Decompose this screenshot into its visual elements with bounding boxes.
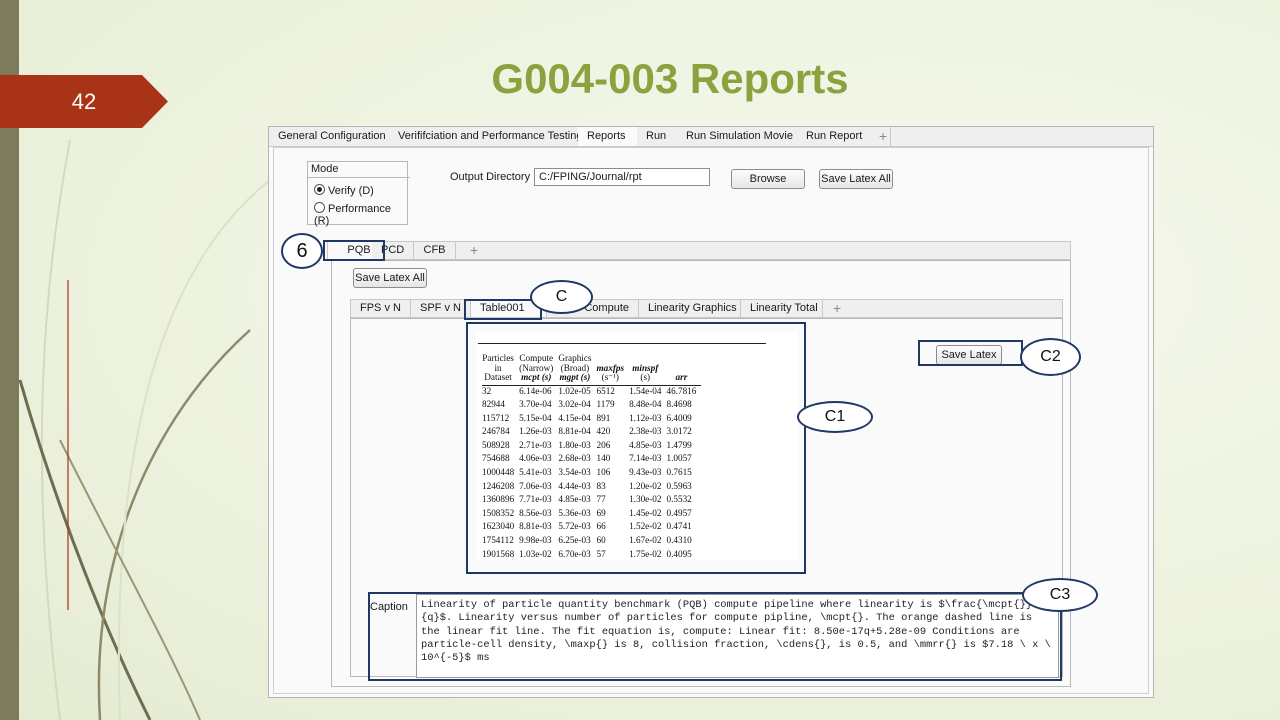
radio-performance-label: Performance (R) [314,203,391,227]
radio-performance[interactable]: Performance (R) [314,202,407,227]
radio-verify[interactable]: Verify (D) [314,184,374,197]
add-tab-icon[interactable]: + [879,127,887,146]
highlight-table001-tab [464,299,542,320]
save-latex-all-pqb-button[interactable]: Save Latex All [353,268,427,288]
tab-fps-v-n[interactable]: FPS v N [351,300,411,317]
mode-group: Mode Verify (D) Performance (R) [307,161,410,227]
tab-verification-performance[interactable]: Verififciation and Performance Testing [389,127,597,146]
sub-tab-bar: PQB PCD CFB + [327,241,1071,260]
tab-linearity-total[interactable]: Linearity Total [741,300,823,317]
tab-spf-v-n[interactable]: SPF v N [411,300,471,317]
slide-number-badge: 42 [0,75,168,128]
add-inner-tab-icon[interactable]: + [833,300,841,317]
output-directory-input[interactable]: C:/FPING/Journal/rpt [534,168,710,186]
inner-tab-bar: FPS v N SPF v N Table001 Compute Lineari… [350,299,1063,318]
tab-general-configuration[interactable]: General Configuration [269,127,408,146]
tab-linearity-graphics[interactable]: Linearity Graphics [639,300,741,317]
radio-performance-indicator[interactable] [314,202,325,213]
tab-run-simulation-movie[interactable]: Run Simulation Movie [677,127,816,146]
save-latex-all-top-button[interactable]: Save Latex All [819,169,893,189]
browse-button[interactable]: Browse [731,169,805,189]
add-sub-tab-icon[interactable]: + [470,242,478,259]
radio-verify-label: Verify (D) [328,185,374,197]
tab-run-report[interactable]: Run Report [797,127,891,146]
slide-title: G004-003 Reports [491,55,849,102]
callout-c: C [530,280,593,314]
highlight-caption [368,592,1062,681]
slide-number: 42 [71,89,97,114]
output-directory-label: Output Directory [450,171,531,183]
highlight-pqb-tab [323,240,385,261]
radio-verify-indicator[interactable] [314,184,325,195]
callout-c2: C2 [1020,338,1081,376]
tab-cfb[interactable]: CFB [414,242,456,259]
mode-label: Mode [308,162,410,178]
highlight-table-preview [466,322,806,574]
callout-c1: C1 [797,401,873,433]
callout-c3: C3 [1022,578,1098,612]
top-tab-bar: General Configuration Verififciation and… [269,127,1153,147]
highlight-save-latex [918,340,1023,366]
callout-6: 6 [281,233,323,269]
